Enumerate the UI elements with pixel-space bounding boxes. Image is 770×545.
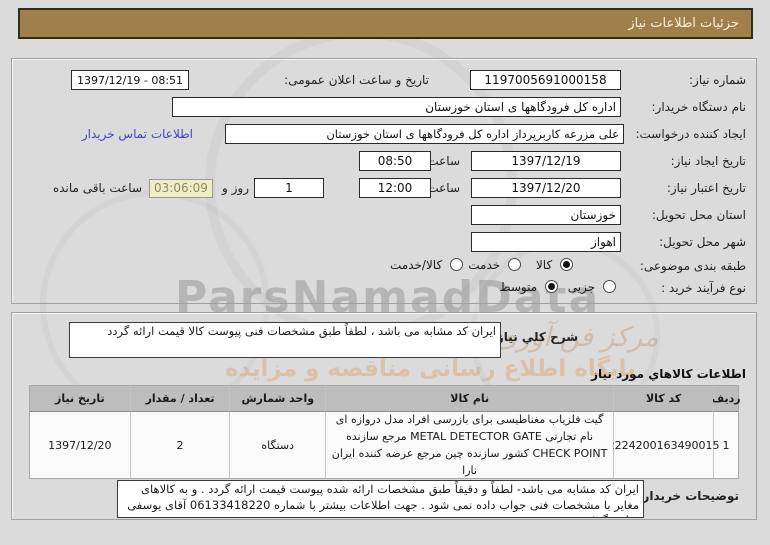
expiry-time-label: ساعت (427, 181, 460, 195)
process-option-jozii[interactable]: جزیی (568, 280, 616, 294)
classification-option-kala-khedmat[interactable]: کالا/خدمت (390, 258, 463, 272)
created-date-input[interactable] (471, 151, 621, 171)
table-row: 1 2224200163490015 گیت فلزیاب مغناطیسی ب… (30, 412, 738, 478)
remaining-days-input[interactable] (254, 178, 324, 198)
cell-item-qty: 2 (130, 412, 230, 478)
province-input[interactable] (471, 205, 621, 225)
row-process-type: نوع فرآیند خرید : جزیی متوسط (12, 277, 756, 301)
description-label: شرح کلي نياز: (492, 330, 578, 344)
need-details-panel: شرح کلي نياز: ایران کد مشابه می باشد ، ل… (11, 312, 757, 520)
row-buyer-org: نام دستگاه خریدار: (12, 96, 756, 120)
items-table-header: ردیف کد کالا نام کالا واحد شمارش تعداد /… (30, 386, 738, 412)
cell-item-code: 2224200163490015 (613, 412, 713, 478)
col-header-row: ردیف (713, 386, 738, 412)
province-label: استان محل تحویل: (652, 208, 746, 222)
page: { "header": { "title": "جزئیات اطلاعات ن… (0, 0, 770, 545)
classification-option-kala-khedmat-label: کالا/خدمت (390, 258, 442, 272)
row-expiry-date: تاریخ اعتبار نیاز: ساعت روز و 03:06:09 س… (12, 177, 756, 201)
items-table: ردیف کد کالا نام کالا واحد شمارش تعداد /… (29, 385, 739, 479)
cell-item-name: گیت فلزیاب مغناطیسی برای بازرسی افراد مد… (325, 412, 613, 478)
requester-label: ایجاد کننده درخواست: (635, 127, 746, 141)
announce-datetime-label: تاریخ و ساعت اعلان عمومی: (284, 73, 429, 87)
requester-input[interactable] (225, 124, 624, 144)
buyer-notes-textarea[interactable]: ایران کد مشابه می باشد- لطفاً و دقیقاً ط… (117, 480, 644, 518)
process-type-label: نوع فرآیند خرید : (661, 281, 746, 295)
radio-jozii-icon[interactable] (603, 280, 616, 293)
row-classification: طبقه بندی موضوعی: کالا خدمت کالا/خدمت (12, 255, 756, 279)
need-number-input[interactable] (470, 70, 621, 90)
row-created-date: تاریخ ایجاد نیاز: ساعت (12, 150, 756, 174)
page-title: جزئیات اطلاعات نیاز (628, 16, 739, 31)
page-title-bar: جزئیات اطلاعات نیاز (18, 8, 753, 39)
need-number-label: شماره نیاز: (689, 73, 746, 87)
buyer-org-label: نام دستگاه خریدار: (652, 100, 747, 114)
buyer-notes-label: توضیحات خریدار: (638, 489, 739, 503)
row-requester: ایجاد کننده درخواست: اطلاعات تماس خریدار (12, 123, 756, 147)
col-header-code: کد کالا (613, 386, 713, 412)
expiry-date-label: تاریخ اعتبار نیاز: (667, 181, 746, 195)
radio-khedmat-icon[interactable] (508, 258, 521, 271)
classification-option-khedmat[interactable]: خدمت (468, 258, 521, 272)
remaining-days-label: روز و (222, 181, 249, 195)
classification-option-khedmat-label: خدمت (468, 258, 500, 272)
buyer-org-input[interactable] (172, 97, 621, 117)
city-input[interactable] (471, 232, 621, 252)
col-header-unit: واحد شمارش (229, 386, 325, 412)
items-section-title: اطلاعات کالاهاي مورد نياز (591, 367, 746, 381)
col-header-qty: تعداد / مقدار (130, 386, 230, 412)
radio-kala-khedmat-icon[interactable] (450, 258, 463, 271)
classification-option-kala[interactable]: کالا (536, 258, 573, 272)
announce-datetime-input[interactable] (71, 70, 189, 90)
description-textarea[interactable]: ایران کد مشابه می باشد ، لطفاً طبق مشخصا… (69, 322, 501, 358)
col-header-date: تاریخ نیاز (30, 386, 130, 412)
classification-option-kala-label: کالا (536, 258, 552, 272)
row-need-number: شماره نیاز: تاریخ و ساعت اعلان عمومی: (12, 69, 756, 93)
col-header-name: نام کالا (325, 386, 613, 412)
expiry-time-input[interactable] (359, 178, 431, 198)
process-option-jozii-label: جزیی (568, 280, 595, 294)
buyer-contact-link[interactable]: اطلاعات تماس خریدار (82, 127, 193, 141)
row-province: استان محل تحویل: (12, 204, 756, 228)
expiry-date-input[interactable] (471, 178, 621, 198)
remaining-suffix-label: ساعت باقی مانده (53, 181, 142, 195)
classification-label: طبقه بندی موضوعی: (640, 259, 746, 273)
need-info-panel: شماره نیاز: تاریخ و ساعت اعلان عمومی: نا… (11, 58, 757, 304)
remaining-countdown: 03:06:09 (149, 179, 213, 198)
radio-motevasset-icon[interactable] (545, 280, 558, 293)
radio-kala-icon[interactable] (560, 258, 573, 271)
cell-item-unit: دستگاه (229, 412, 325, 478)
process-option-motevasset[interactable]: متوسط (499, 280, 558, 294)
created-time-label: ساعت (427, 154, 460, 168)
created-date-label: تاریخ ایجاد نیاز: (671, 154, 746, 168)
created-time-input[interactable] (359, 151, 431, 171)
process-option-motevasset-label: متوسط (499, 280, 537, 294)
row-city: شهر محل تحویل: (12, 231, 756, 255)
city-label: شهر محل تحویل: (659, 235, 746, 249)
cell-item-need-date: 1397/12/20 (30, 412, 130, 478)
